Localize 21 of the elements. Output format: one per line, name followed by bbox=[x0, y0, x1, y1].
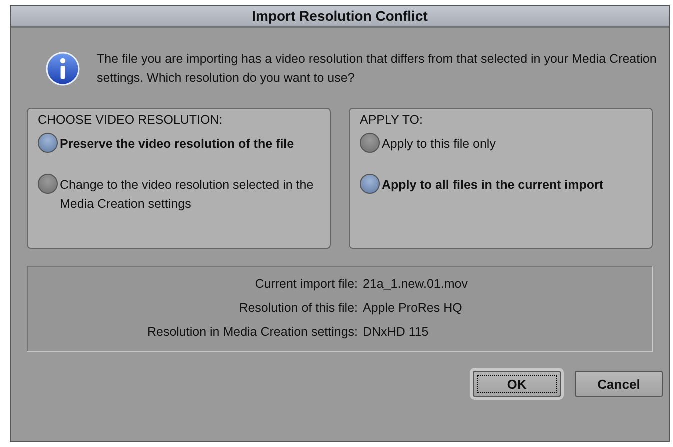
detail-value: 21a_1.new.01.mov bbox=[363, 277, 469, 291]
option-label[interactable]: Preserve the video resolution of the file bbox=[60, 135, 294, 154]
group-heading: CHOOSE VIDEO RESOLUTION: bbox=[38, 113, 224, 127]
option-label[interactable]: Apply to this file only bbox=[382, 135, 496, 154]
group-heading: APPLY TO: bbox=[360, 113, 424, 127]
ok-button[interactable]: OK bbox=[473, 371, 561, 397]
detail-value: DNxHD 115 bbox=[363, 325, 430, 339]
radio-button[interactable] bbox=[360, 174, 380, 194]
detail-label: Current import file: bbox=[254, 277, 358, 291]
info-icon bbox=[45, 51, 81, 87]
option-label[interactable]: Apply to all files in the current import bbox=[382, 176, 604, 195]
detail-label: Resolution in Media Creation settings: bbox=[146, 325, 358, 339]
radio-button[interactable] bbox=[38, 174, 58, 194]
window-title: Import Resolution Conflict bbox=[11, 6, 669, 28]
cancel-button[interactable]: Cancel bbox=[575, 371, 663, 397]
radio-button[interactable] bbox=[38, 133, 58, 153]
option-label[interactable]: Change to the video resolution selected in the Media Creation settings bbox=[60, 176, 323, 214]
detail-value: Apple ProRes HQ bbox=[363, 301, 464, 315]
radio-button[interactable] bbox=[360, 133, 380, 153]
detail-label: Resolution of this file: bbox=[238, 301, 358, 315]
message-text: The file you are importing has a video resolution that differs from that selected in your Media Creation settings. Which resolution do you want to use? bbox=[97, 51, 657, 87]
